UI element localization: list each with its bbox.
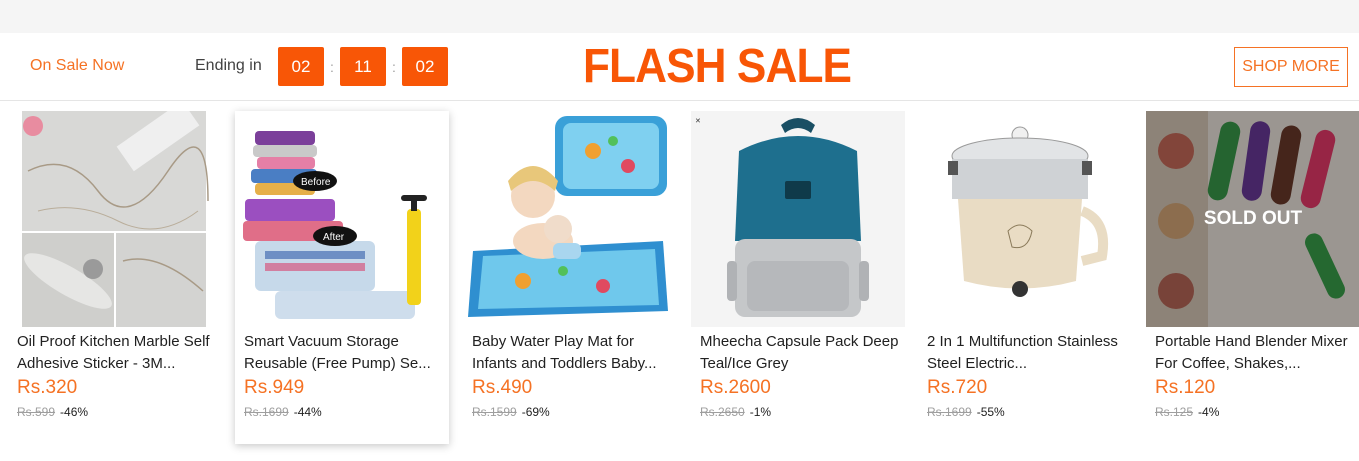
product-original-price: Rs.1599 -69% [472,405,550,419]
product-price: Rs.320 [17,377,78,398]
product-price: Rs.490 [472,377,533,398]
product-name: Baby Water Play Mat for Infants and Todd… [472,333,657,372]
vacuum-storage-bag-image[interactable]: Before After [235,111,449,327]
product-card[interactable]: Baby Water Play Mat for Infants and Todd… [463,111,677,444]
timer-hours: 02 [278,47,324,86]
flash-sale-title: FLASH SALE [583,40,852,93]
timer-separator: : [392,58,396,75]
flash-sale-header: On Sale Now Ending in 02 : 11 : 02 FLASH… [0,33,1359,101]
original-price: Rs.125 [1155,405,1194,419]
original-price: Rs.1599 [472,405,517,419]
product-card[interactable]: Oil Proof Kitchen Marble Self Adhesive S… [8,111,222,444]
product-card[interactable]: ✕ Mheecha Capsule Pack Deep Teal/Ice Gre… [691,111,905,444]
discount-percent: -4% [1198,405,1220,419]
timer-seconds: 02 [402,47,448,86]
svg-text:Before: Before [301,177,331,188]
product-name: Portable Hand Blender Mixer For Coffee, … [1155,333,1348,372]
original-price: Rs.1699 [927,405,972,419]
product-price: Rs.2600 [700,377,771,398]
countdown-timer: 02 : 11 : 02 [278,47,448,86]
product-original-price: Rs.599 -46% [17,405,88,419]
product-original-price: Rs.1699 -55% [927,405,1005,419]
discount-percent: -46% [60,405,89,419]
svg-text:After: After [323,232,345,243]
shop-more-button[interactable]: SHOP MORE [1234,47,1348,87]
product-name: Mheecha Capsule Pack Deep Teal/Ice Grey [700,333,899,372]
product-original-price: Rs.125 -4% [1155,405,1219,419]
sold-out-overlay: SOLD OUT [1146,111,1359,327]
product-original-price: Rs.2650 -1% [700,405,771,419]
discount-percent: -44% [293,405,322,419]
product-price: Rs.120 [1155,377,1216,398]
marble-sticker-image[interactable] [8,111,222,327]
timer-separator: : [330,58,334,75]
backpack-image[interactable]: ✕ [691,111,905,327]
product-card[interactable]: 2 In 1 Multifunction Stainless Steel Ele… [918,111,1132,444]
product-list: Oil Proof Kitchen Marble Self Adhesive S… [0,101,1359,461]
svg-text:✕: ✕ [695,118,701,125]
baby-play-mat-image[interactable] [463,111,677,327]
on-sale-now-label: On Sale Now [30,57,125,74]
product-original-price: Rs.1699 -44% [244,405,322,419]
product-card[interactable]: Before After Smart Vacuum Storage Reusab… [235,111,449,444]
discount-percent: -55% [976,405,1005,419]
product-name: Oil Proof Kitchen Marble Self Adhesive S… [17,333,210,372]
product-name: 2 In 1 Multifunction Stainless Steel Ele… [927,333,1118,372]
discount-percent: -1% [749,405,772,419]
product-price: Rs.949 [244,377,305,398]
product-price: Rs.720 [927,377,988,398]
original-price: Rs.599 [17,405,56,419]
product-name: Smart Vacuum Storage Reusable (Free Pump… [244,333,431,372]
ending-in-label: Ending in [195,57,262,74]
timer-minutes: 11 [340,47,386,86]
product-card[interactable]: SOLD OUT Portable Hand Blender Mixer For… [1146,111,1359,444]
original-price: Rs.2650 [700,405,745,419]
original-price: Rs.1699 [244,405,289,419]
electric-cooker-image[interactable] [918,111,1132,327]
top-spacer [0,0,1359,33]
discount-percent: -69% [521,405,550,419]
